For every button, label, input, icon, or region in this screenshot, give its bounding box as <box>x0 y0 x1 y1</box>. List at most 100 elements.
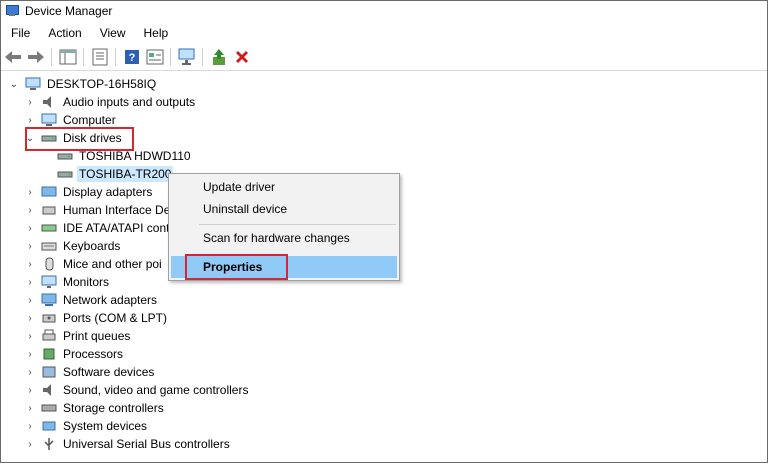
properties-highlight <box>185 254 288 280</box>
mouse-icon <box>41 257 57 271</box>
tree-category[interactable]: › Storage controllers <box>25 399 166 417</box>
forward-icon[interactable] <box>25 46 47 68</box>
tree-category-label: System devices <box>63 419 148 433</box>
tree-category-label: Sound, video and game controllers <box>63 383 249 397</box>
tree-device-label: TOSHIBA-TR200 <box>77 166 174 182</box>
disk-drive-icon <box>57 167 73 181</box>
tree-category-label: Human Interface De <box>63 203 171 217</box>
help-icon[interactable]: ? <box>121 46 143 68</box>
chevron-right-icon[interactable]: › <box>25 115 35 126</box>
speaker-icon <box>41 95 57 109</box>
chevron-right-icon[interactable]: › <box>25 241 35 252</box>
tree-root[interactable]: ⌄ DESKTOP-16H58IQ <box>9 75 158 93</box>
tree-category[interactable]: › Display adapters <box>25 183 154 201</box>
tree-category-label: Storage controllers <box>63 401 164 415</box>
menu-bar: File Action View Help <box>1 23 176 43</box>
tree-category-label: Display adapters <box>63 185 153 199</box>
chevron-right-icon[interactable]: › <box>25 313 35 324</box>
tree-category[interactable]: › Processors <box>25 345 125 363</box>
chevron-right-icon[interactable]: › <box>25 331 35 342</box>
chevron-right-icon[interactable]: › <box>25 187 35 198</box>
tree-category[interactable]: › Keyboards <box>25 237 122 255</box>
tree-category-label: Monitors <box>63 275 110 289</box>
scan-hardware-icon[interactable] <box>176 46 198 68</box>
tree-category[interactable]: › Print queues <box>25 327 132 345</box>
system-device-icon <box>41 419 57 433</box>
tree-category[interactable]: › IDE ATA/ATAPI cont <box>25 219 171 237</box>
storage-controller-icon <box>41 401 57 415</box>
computer-icon <box>41 113 57 127</box>
software-device-icon <box>41 365 57 379</box>
chevron-right-icon[interactable]: › <box>25 367 35 378</box>
computer-icon <box>25 77 41 91</box>
tree-category[interactable]: › Network adapters <box>25 291 159 309</box>
chevron-right-icon[interactable]: › <box>25 439 35 450</box>
window-title: Device Manager <box>25 4 113 18</box>
hid-icon <box>41 203 57 217</box>
tree-category[interactable]: › Audio inputs and outputs <box>25 93 197 111</box>
disk-drive-icon <box>57 149 73 163</box>
chevron-right-icon[interactable]: › <box>25 97 35 108</box>
monitor-icon <box>41 275 57 289</box>
tree-category-label: Audio inputs and outputs <box>63 95 196 109</box>
tree-category-label: Computer <box>63 113 116 127</box>
processor-icon <box>41 347 57 361</box>
disk-drives-highlight <box>25 127 134 151</box>
menu-separator <box>199 224 396 225</box>
tree-category[interactable]: › Human Interface De <box>25 201 172 219</box>
menu-view[interactable]: View <box>90 26 134 40</box>
device-manager-window: Device Manager File Action View Help ? ⌄… <box>0 0 768 463</box>
display-adapter-icon <box>41 185 57 199</box>
chevron-right-icon[interactable]: › <box>25 223 35 234</box>
menu-action[interactable]: Action <box>38 26 89 40</box>
device-manager-icon <box>5 5 19 17</box>
sound-icon <box>41 383 57 397</box>
port-icon <box>41 311 57 325</box>
update-driver-icon[interactable] <box>208 46 230 68</box>
toolbar: ? <box>1 44 767 71</box>
tree-category-label: IDE ATA/ATAPI cont <box>63 221 170 235</box>
tree-category[interactable]: › Mice and other poi <box>25 255 164 273</box>
chevron-right-icon[interactable]: › <box>25 403 35 414</box>
chevron-right-icon[interactable]: › <box>25 421 35 432</box>
printer-icon <box>41 329 57 343</box>
view-icon[interactable] <box>144 46 166 68</box>
chevron-down-icon[interactable]: ⌄ <box>9 79 19 90</box>
chevron-right-icon[interactable]: › <box>25 385 35 396</box>
chevron-right-icon[interactable]: › <box>25 295 35 306</box>
usb-icon <box>41 437 57 451</box>
tree-category-label: Universal Serial Bus controllers <box>63 437 230 451</box>
tree-category[interactable]: › Software devices <box>25 363 156 381</box>
tree-root-label: DESKTOP-16H58IQ <box>47 77 157 91</box>
keyboard-icon <box>41 239 57 253</box>
tree-category[interactable]: › Sound, video and game controllers <box>25 381 250 399</box>
tree-category[interactable]: › Universal Serial Bus controllers <box>25 435 232 453</box>
show-hide-tree-icon[interactable] <box>57 46 79 68</box>
ide-controller-icon <box>41 221 57 235</box>
title-bar: Device Manager <box>1 1 767 21</box>
tree-category[interactable]: › System devices <box>25 417 149 435</box>
tree-category-label: Processors <box>63 347 124 361</box>
menu-file[interactable]: File <box>1 26 38 40</box>
tree-category-label: Print queues <box>63 329 131 343</box>
chevron-right-icon[interactable]: › <box>25 277 35 288</box>
menu-uninstall-device[interactable]: Uninstall device <box>171 198 397 220</box>
tree-category-label: Ports (COM & LPT) <box>63 311 168 325</box>
back-icon[interactable] <box>2 46 24 68</box>
network-adapter-icon <box>41 293 57 307</box>
tree-category[interactable]: › Monitors <box>25 273 111 291</box>
tree-category[interactable]: › Ports (COM & LPT) <box>25 309 169 327</box>
menu-scan-hardware[interactable]: Scan for hardware changes <box>171 227 397 249</box>
properties-icon[interactable] <box>89 46 111 68</box>
chevron-right-icon[interactable]: › <box>25 259 35 270</box>
menu-help[interactable]: Help <box>134 26 177 40</box>
uninstall-icon[interactable] <box>231 46 253 68</box>
tree-category-label: Network adapters <box>63 293 158 307</box>
chevron-right-icon[interactable]: › <box>25 349 35 360</box>
menu-update-driver[interactable]: Update driver <box>171 176 397 198</box>
tree-device[interactable]: TOSHIBA-TR200 <box>51 165 174 183</box>
chevron-right-icon[interactable]: › <box>25 205 35 216</box>
tree-category-label: Software devices <box>63 365 155 379</box>
svg-text:?: ? <box>129 52 136 64</box>
tree-category-label: Keyboards <box>63 239 121 253</box>
